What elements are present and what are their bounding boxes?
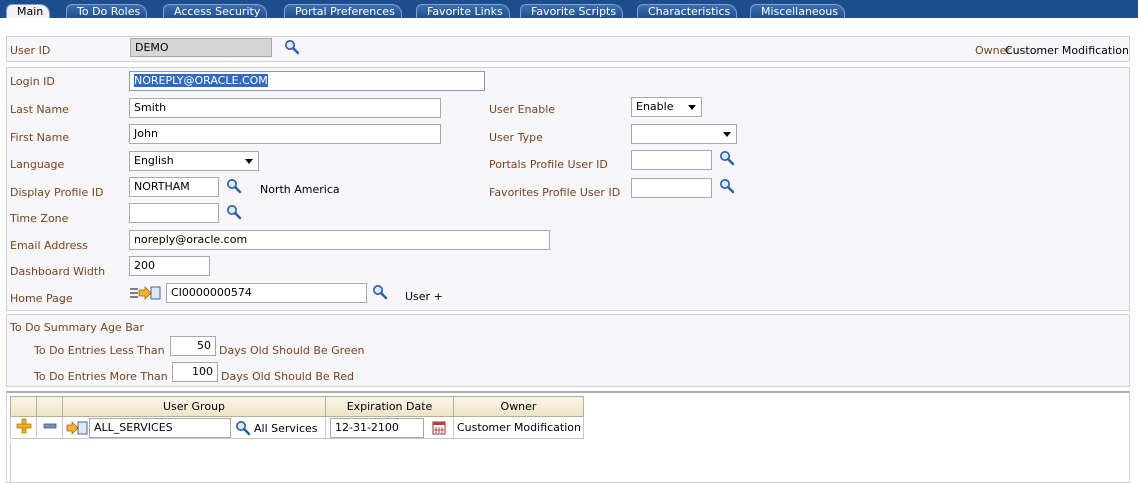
calendar-icon[interactable] <box>432 421 446 435</box>
user-group-cell: ALL_SERVICES All Services <box>62 416 326 439</box>
dashboard-width-input[interactable]: 200 <box>129 256 210 276</box>
search-icon[interactable] <box>719 178 735 194</box>
todo-more-input[interactable]: 100 <box>172 362 218 382</box>
display-profile-label: Display Profile ID <box>10 186 104 199</box>
tab-access-security[interactable]: Access Security <box>163 4 268 18</box>
todo-section-label: To Do Summary Age Bar <box>10 321 145 334</box>
context-menu-icon[interactable] <box>66 421 88 435</box>
chevron-down-icon <box>723 132 731 137</box>
search-icon[interactable] <box>372 284 388 300</box>
grid-header-remove <box>36 396 63 417</box>
owner-cell: Customer Modification <box>453 416 584 439</box>
todo-less-label: To Do Entries Less Than <box>34 344 165 357</box>
user-group-grid: User Group Expiration Date Owner ALL_SER… <box>10 396 584 439</box>
expiration-input[interactable]: 12-31-2100 <box>330 418 424 438</box>
table-row: ALL_SERVICES All Services 12-31-2100 Cus… <box>10 416 584 439</box>
time-zone-input[interactable] <box>129 203 219 223</box>
remove-row-cell[interactable] <box>36 416 63 439</box>
first-name-label: First Name <box>10 131 70 144</box>
user-id-label: User ID <box>10 44 51 57</box>
search-icon[interactable] <box>284 39 300 55</box>
home-page-desc: User + <box>405 290 443 303</box>
language-select[interactable]: English <box>129 151 259 171</box>
context-menu-icon[interactable] <box>129 285 161 301</box>
user-type-label: User Type <box>489 131 543 144</box>
todo-less-input[interactable]: 50 <box>170 336 216 356</box>
portals-profile-input[interactable] <box>631 150 712 170</box>
expiration-cell: 12-31-2100 <box>325 416 454 439</box>
chevron-down-icon <box>688 105 696 110</box>
grid-header-user-group: User Group <box>62 396 326 417</box>
user-enable-label: User Enable <box>489 103 556 116</box>
login-id-label: Login ID <box>10 75 55 88</box>
user-id-field[interactable]: DEMO <box>130 38 272 57</box>
tab-portal-preferences[interactable]: Portal Preferences <box>284 4 402 18</box>
user-enable-select[interactable]: Enable <box>631 97 702 117</box>
portals-profile-label: Portals Profile User ID <box>489 158 608 171</box>
grid-left-border <box>10 442 11 483</box>
language-value: English <box>134 154 174 167</box>
last-name-label: Last Name <box>10 103 69 116</box>
display-profile-input[interactable]: NORTHAM <box>129 177 219 197</box>
grid-header-add <box>10 396 37 417</box>
tab-favorite-scripts[interactable]: Favorite Scripts <box>520 4 624 18</box>
email-input[interactable]: noreply@oracle.com <box>129 230 550 250</box>
favorites-profile-label: Favorites Profile User ID <box>489 186 621 199</box>
first-name-input[interactable]: John <box>129 124 441 144</box>
todo-less-suffix: Days Old Should Be Green <box>219 344 365 357</box>
time-zone-label: Time Zone <box>10 212 69 225</box>
todo-more-label: To Do Entries More Than <box>34 370 168 383</box>
tab-favorite-links[interactable]: Favorite Links <box>416 4 510 18</box>
tab-to-do-roles[interactable]: To Do Roles <box>66 4 148 18</box>
search-icon[interactable] <box>235 420 251 436</box>
grid-header-expiration: Expiration Date <box>325 396 454 417</box>
tab-miscellaneous[interactable]: Miscellaneous <box>750 4 846 18</box>
user-group-input[interactable]: ALL_SERVICES <box>89 418 231 438</box>
grid-header-owner: Owner <box>453 396 584 417</box>
remove-icon[interactable] <box>42 418 58 434</box>
owner-value: Customer Modification <box>1005 44 1129 57</box>
tab-characteristics[interactable]: Characteristics <box>637 4 738 18</box>
user-type-select[interactable] <box>631 124 737 144</box>
chevron-down-icon <box>245 159 253 164</box>
display-profile-desc: North America <box>260 183 340 196</box>
user-group-desc: All Services <box>254 422 318 435</box>
favorites-profile-input[interactable] <box>631 178 712 198</box>
user-enable-value: Enable <box>636 100 674 113</box>
tab-main[interactable]: Main <box>6 4 51 18</box>
add-row-cell[interactable] <box>10 416 37 439</box>
dashboard-width-label: Dashboard Width <box>10 265 106 278</box>
home-page-input[interactable]: CI0000000574 <box>166 283 367 303</box>
home-page-label: Home Page <box>10 292 73 305</box>
search-icon[interactable] <box>226 204 242 220</box>
login-id-input[interactable]: NOREPLY@ORACLE.COM <box>129 71 485 91</box>
login-id-value: NOREPLY@ORACLE.COM <box>134 74 268 87</box>
last-name-input[interactable]: Smith <box>129 98 441 118</box>
language-label: Language <box>10 158 65 171</box>
search-icon[interactable] <box>226 178 242 194</box>
add-icon[interactable] <box>16 418 32 434</box>
search-icon[interactable] <box>719 150 735 166</box>
tab-strip: Main To Do Roles Access Security Portal … <box>0 0 1138 18</box>
todo-more-suffix: Days Old Should Be Red <box>221 370 355 383</box>
email-label: Email Address <box>10 239 88 252</box>
